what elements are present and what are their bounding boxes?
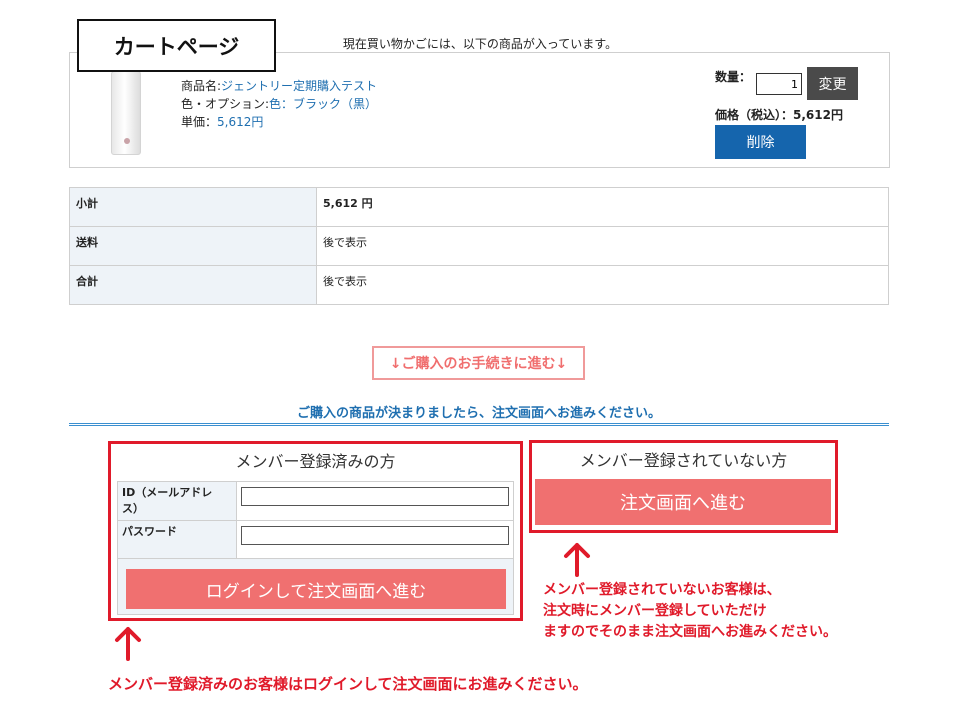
guest-order-button[interactable]: 注文画面へ進む [535, 479, 831, 525]
login-order-button[interactable]: ログインして注文画面へ進む [126, 569, 506, 609]
product-option: 色・オプション:色：ブラック（黒） [181, 95, 377, 112]
quantity-label: 数量： [715, 70, 752, 84]
product-name-label: 商品名: [181, 79, 222, 93]
price-label: 価格（税込）： [715, 108, 794, 122]
member-annotation: メンバー登録済みのお客様はログインして注文画面にお進みください。 [108, 675, 588, 693]
member-panel-title: メンバー登録済みの方 [235, 452, 396, 471]
proceed-message: ご購入の商品が決まりましたら、注文画面へお進みください。 [296, 406, 661, 421]
nonmember-annotation-line: 注文時にメンバー登録していただけ [543, 603, 767, 619]
proceed-checkout-banner: ↓ご購入のお手続きに進む↓ [372, 346, 585, 380]
login-password-label: パスワード [117, 520, 237, 559]
unit-price-value: 5,612円 [217, 115, 264, 129]
member-login-panel: メンバー登録済みの方 ID（メールアドレ ス） パスワード ログインして注文画面へ… [108, 441, 523, 621]
nonmember-annotation: メンバー登録されていないお客様は、 注文時にメンバー登録していただけ ますのでそ… [543, 580, 837, 643]
summary-row-shipping: 送料 後で表示 [69, 226, 889, 266]
total-label: 合計 [69, 265, 317, 305]
product-unit-price: 単価：5,612円 [181, 113, 263, 130]
product-name: 商品名:ジェントリー定期購入テスト [181, 77, 377, 94]
login-id-cell [236, 481, 514, 521]
login-password-cell [236, 520, 514, 559]
up-arrow-icon [115, 627, 141, 661]
price-value: 5,612円 [793, 108, 843, 122]
quantity-input[interactable] [756, 73, 802, 95]
price-total: 価格（税込）：5,612円 [715, 106, 843, 123]
product-name-link[interactable]: ジェントリー定期購入テスト [221, 79, 377, 93]
shipping-label: 送料 [69, 226, 317, 266]
product-option-label: 色・オプション: [181, 97, 270, 111]
subtotal-value: 5,612 円 [316, 187, 889, 227]
nonmember-panel: メンバー登録されていない方 注文画面へ進む [529, 440, 838, 533]
summary-row-total: 合計 後で表示 [69, 265, 889, 305]
login-id-label-line1: ID（メールアドレ [122, 486, 213, 499]
summary-row-subtotal: 小計 5,612 円 [69, 187, 889, 227]
nonmember-annotation-line: ますのでそのまま注文画面へお進みください。 [543, 624, 837, 640]
order-summary-table: 小計 5,612 円 送料 後で表示 合計 後で表示 [69, 187, 889, 305]
login-id-row: ID（メールアドレ ス） [117, 481, 514, 521]
shipping-value: 後で表示 [316, 226, 889, 266]
cart-notice: 現在買い物かごには、以下の商品が入っています。 [342, 37, 618, 51]
nonmember-panel-title: メンバー登録されていない方 [579, 451, 788, 470]
delete-item-button[interactable]: 削除 [715, 125, 806, 159]
unit-price-label: 単価： [181, 115, 218, 129]
up-arrow-icon [564, 543, 590, 577]
password-field[interactable] [241, 526, 509, 545]
login-password-row: パスワード [117, 520, 514, 559]
product-option-value: 色：ブラック（黒） [269, 97, 378, 111]
section-divider [69, 423, 889, 426]
page-title: カートページ [77, 19, 276, 72]
product-bottle-icon [111, 71, 141, 155]
login-id-label: ID（メールアドレ ス） [117, 481, 237, 521]
product-image[interactable] [75, 65, 177, 161]
total-value: 後で表示 [316, 265, 889, 305]
login-id-label-line2: ス） [122, 502, 144, 515]
login-form-table: ID（メールアドレ ス） パスワード [117, 481, 514, 559]
nonmember-annotation-line: メンバー登録されていないお客様は、 [543, 582, 781, 598]
change-quantity-button[interactable]: 変更 [807, 67, 858, 100]
subtotal-label: 小計 [69, 187, 317, 227]
email-field[interactable] [241, 487, 509, 506]
